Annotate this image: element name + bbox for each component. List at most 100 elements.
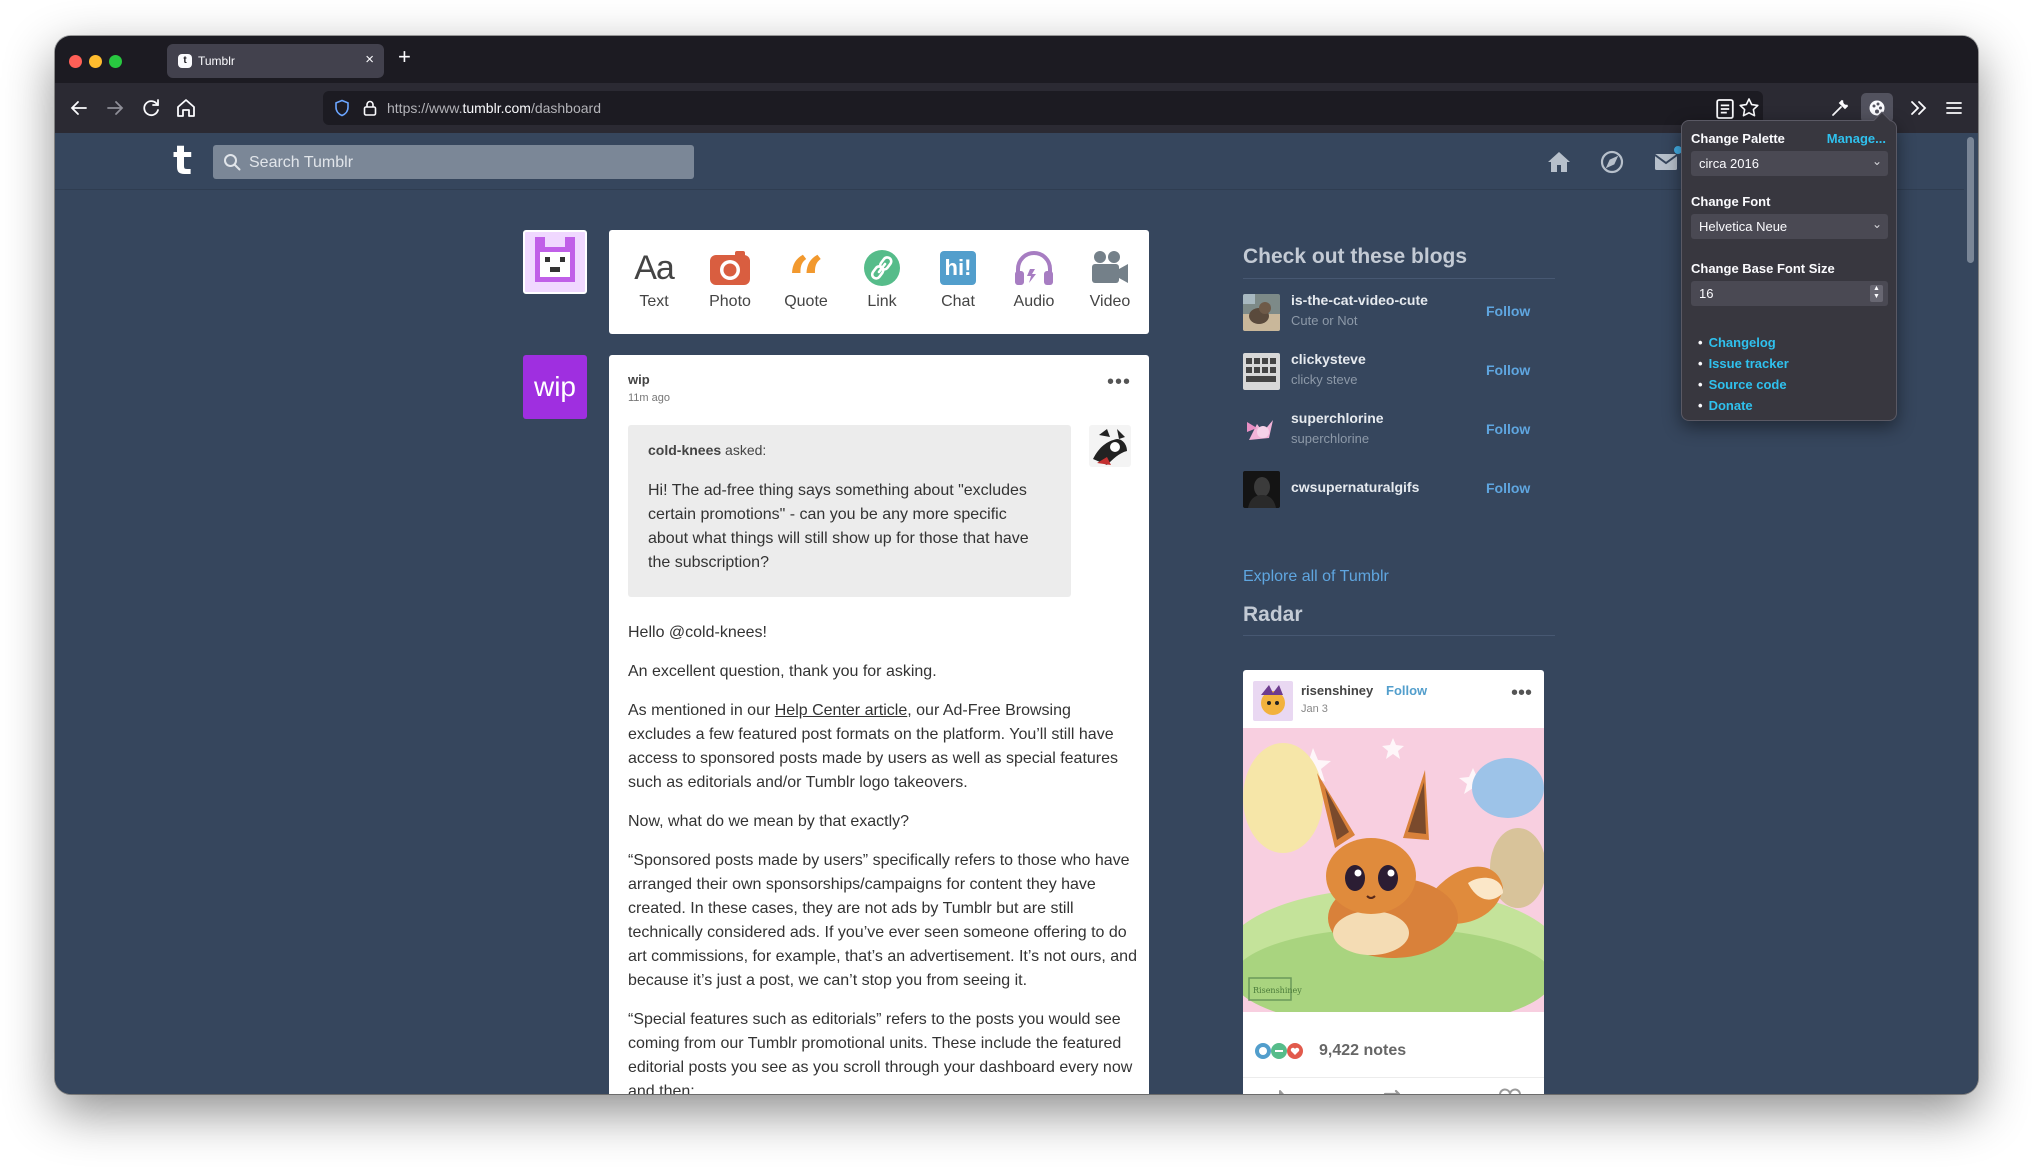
- reblog-icon[interactable]: [1380, 1086, 1406, 1094]
- blog-avatar[interactable]: [1243, 353, 1280, 390]
- number-stepper-icon[interactable]: ▲ ▼: [1870, 285, 1883, 302]
- radar-blog-name[interactable]: risenshiney: [1301, 683, 1373, 698]
- hamburger-menu-icon[interactable]: [1942, 96, 1966, 120]
- minimize-window-button[interactable]: [89, 55, 102, 68]
- headphones-icon: [999, 246, 1069, 290]
- compose-link-button[interactable]: Link: [847, 246, 917, 311]
- zoom-window-button[interactable]: [109, 55, 122, 68]
- back-icon[interactable]: [67, 96, 91, 120]
- image-signature: Risenshiney: [1253, 986, 1302, 995]
- asker-avatar-image: [1089, 425, 1131, 467]
- issue-tracker-link[interactable]: Issue tracker: [1698, 353, 1789, 374]
- inbox-mail-icon[interactable]: [1652, 145, 1683, 176]
- radar-notes-count[interactable]: 9,422 notes: [1319, 1042, 1406, 1060]
- link-icon: [847, 246, 917, 290]
- follow-button[interactable]: Follow: [1486, 303, 1530, 319]
- recommended-blog-item[interactable]: is-the-cat-video-cute Cute or Not Follow: [1243, 292, 1555, 332]
- compose-video-button[interactable]: Video: [1075, 246, 1145, 311]
- follow-button[interactable]: Follow: [1486, 362, 1530, 378]
- explore-compass-icon[interactable]: [1598, 148, 1626, 176]
- new-tab-button[interactable]: +: [398, 46, 411, 68]
- compose-chat-button[interactable]: hi! Chat: [923, 246, 993, 311]
- search-input[interactable]: Search Tumblr: [213, 145, 694, 179]
- blog-name[interactable]: is-the-cat-video-cute: [1291, 292, 1428, 308]
- blog-title: Cute or Not: [1291, 313, 1358, 328]
- pink-creature-image: [1243, 412, 1280, 449]
- help-center-link[interactable]: Help Center article: [775, 702, 908, 719]
- blog-avatar[interactable]: [1243, 412, 1280, 449]
- dashboard-home-icon[interactable]: [1545, 148, 1573, 176]
- dark-portrait-image: [1243, 471, 1280, 508]
- post-composer: Aa Text Photo “ Quote Link hi! Chat Audi…: [609, 230, 1149, 334]
- blog-title: clicky steve: [1291, 372, 1358, 387]
- reader-view-icon[interactable]: [1713, 97, 1734, 119]
- blog-name[interactable]: superchlorine: [1291, 410, 1384, 426]
- extension-links: Changelog Issue tracker Source code Dona…: [1698, 332, 1789, 416]
- blog-name[interactable]: clickysteve: [1291, 351, 1366, 367]
- eevee-illustration-image[interactable]: Risenshiney: [1243, 728, 1544, 1012]
- radar-menu-icon[interactable]: •••: [1511, 683, 1532, 703]
- browser-window: t Tumblr × + https://www.tumblr.com/dash…: [55, 36, 1978, 1094]
- radar-follow-button[interactable]: Follow: [1386, 683, 1427, 698]
- home-icon[interactable]: [174, 96, 198, 120]
- donate-link[interactable]: Donate: [1698, 395, 1789, 416]
- follow-button[interactable]: Follow: [1486, 421, 1530, 437]
- follow-button[interactable]: Follow: [1486, 480, 1530, 496]
- wrench-icon[interactable]: [1828, 96, 1852, 120]
- recommended-blog-item[interactable]: clickysteve clicky steve Follow: [1243, 351, 1555, 391]
- share-icon[interactable]: [1263, 1086, 1289, 1094]
- tumblr-logo[interactable]: t: [173, 141, 192, 181]
- blog-avatar[interactable]: [1243, 294, 1280, 331]
- search-placeholder: Search Tumblr: [249, 154, 354, 171]
- manage-link[interactable]: Manage...: [1827, 131, 1886, 146]
- tab-close-icon[interactable]: ×: [365, 51, 374, 68]
- overflow-chevrons-icon[interactable]: [1906, 96, 1930, 120]
- radar-blog-avatar[interactable]: [1253, 681, 1293, 721]
- post-paragraph: “Special features such as editorials” re…: [628, 1011, 1133, 1094]
- tab-tumblr[interactable]: t Tumblr ×: [167, 44, 384, 78]
- blog-name[interactable]: cwsupernaturalgifs: [1291, 479, 1419, 495]
- blog-avatar[interactable]: [1243, 471, 1280, 508]
- recommended-blog-item[interactable]: cwsupernaturalgifs Follow: [1243, 469, 1555, 509]
- post-paragraph: “Sponsored posts made by users” specific…: [628, 852, 1137, 989]
- camera-icon: [695, 246, 765, 290]
- post-blog-name[interactable]: wip: [628, 372, 650, 387]
- source-code-link[interactable]: Source code: [1698, 374, 1789, 395]
- font-size-input[interactable]: 16 ▲ ▼: [1691, 281, 1888, 306]
- radar-heading: Radar: [1243, 603, 1303, 626]
- recommended-blog-item[interactable]: superchlorine superchlorine Follow: [1243, 410, 1555, 450]
- compose-photo-button[interactable]: Photo: [695, 246, 765, 311]
- explore-tumblr-link[interactable]: Explore all of Tumblr: [1243, 568, 1389, 586]
- compose-text-button[interactable]: Aa Text: [619, 246, 689, 311]
- forward-icon[interactable]: [103, 96, 127, 120]
- font-select[interactable]: Helvetica Neue ⌄: [1691, 214, 1888, 239]
- divider: [1243, 635, 1555, 636]
- tracking-shield-icon[interactable]: [333, 99, 351, 117]
- user-avatar[interactable]: [523, 230, 587, 294]
- address-bar[interactable]: https://www.tumblr.com/dashboard: [323, 91, 1763, 125]
- changelog-link[interactable]: Changelog: [1698, 332, 1789, 353]
- close-window-button[interactable]: [69, 55, 82, 68]
- quote-icon: “: [787, 243, 825, 318]
- post-menu-icon[interactable]: •••: [1107, 372, 1131, 392]
- compose-quote-button[interactable]: “ Quote: [771, 243, 841, 318]
- url-text[interactable]: https://www.tumblr.com/dashboard: [387, 100, 601, 116]
- reload-icon[interactable]: [139, 96, 163, 120]
- asker-name[interactable]: cold-knees: [648, 442, 721, 458]
- like-heart-icon[interactable]: [1497, 1086, 1523, 1094]
- lock-icon[interactable]: [361, 99, 379, 117]
- tumblr-header: t Search Tumblr: [55, 133, 1964, 190]
- scrollbar-thumb[interactable]: [1967, 137, 1974, 263]
- page-scrollbar[interactable]: [1964, 133, 1978, 1094]
- compose-audio-button[interactable]: Audio: [999, 246, 1069, 311]
- palette-select[interactable]: circa 2016 ⌄: [1691, 151, 1888, 176]
- divider: [1243, 1077, 1544, 1078]
- bookmark-star-icon[interactable]: [1737, 96, 1759, 118]
- post-author-avatar[interactable]: wip: [523, 355, 587, 419]
- recommended-blogs-heading: Check out these blogs: [1243, 245, 1468, 268]
- radar-post-date[interactable]: Jan 3: [1301, 703, 1328, 715]
- asker-avatar[interactable]: [1089, 425, 1131, 467]
- post-timestamp[interactable]: 11m ago: [628, 392, 670, 404]
- radar-avatar-image: [1253, 681, 1293, 721]
- chat-icon: hi!: [923, 246, 993, 290]
